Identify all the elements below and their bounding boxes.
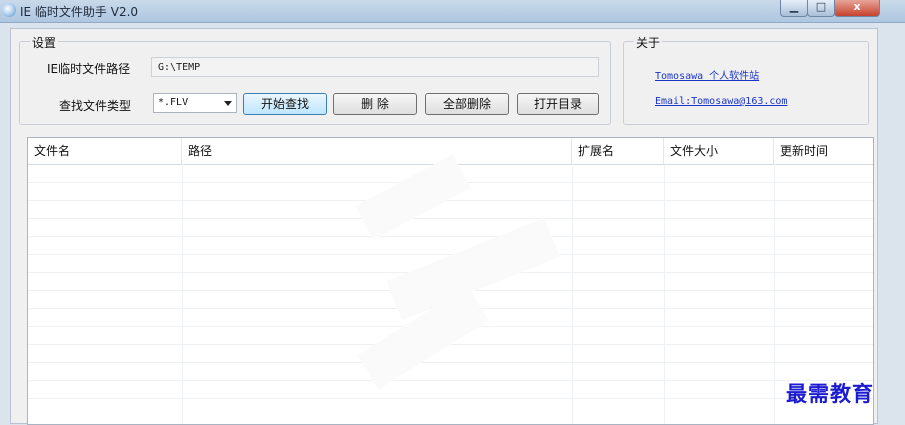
row-divider — [28, 362, 873, 363]
minimize-button[interactable]: ▁ — [780, 0, 808, 17]
row-divider — [28, 200, 873, 201]
delete-all-button[interactable]: 全部删除 — [425, 93, 509, 115]
row-divider — [28, 398, 873, 399]
maximize-button[interactable]: □ — [807, 0, 835, 17]
window-title: IE 临时文件助手 V2.0 — [20, 5, 139, 19]
column-header-extension[interactable]: 扩展名 — [572, 138, 664, 164]
temp-path-label: IE临时文件路径 — [47, 62, 131, 76]
main-window: 设置 IE临时文件路径 G:\TEMP 查找文件类型 *.FLV 开始查找 删 … — [10, 28, 878, 425]
temp-path-field[interactable]: G:\TEMP — [151, 57, 599, 77]
column-header-update-time[interactable]: 更新时间 — [774, 138, 873, 164]
row-divider — [28, 236, 873, 237]
column-divider — [664, 164, 665, 424]
title-bar[interactable]: IE 临时文件助手 V2.0 ▁ □ x — [0, 0, 905, 23]
watermark-text: 最需教育 — [786, 381, 874, 406]
delete-button[interactable]: 删 除 — [333, 93, 417, 115]
column-divider — [182, 164, 183, 424]
chevron-down-icon — [224, 101, 232, 106]
column-header-filename[interactable]: 文件名 — [28, 138, 182, 164]
file-type-select[interactable]: *.FLV — [153, 93, 237, 113]
file-type-label: 查找文件类型 — [59, 99, 132, 113]
erased-mark — [355, 154, 471, 240]
row-divider — [28, 380, 873, 381]
column-divider — [774, 164, 775, 424]
column-header-filesize[interactable]: 文件大小 — [664, 138, 774, 164]
settings-group-title: 设置 — [30, 34, 59, 51]
about-group-title: 关于 — [634, 34, 663, 51]
website-link[interactable]: Tomosawa 个人软件站 — [655, 67, 759, 82]
about-group: 关于 — [623, 34, 869, 125]
file-type-value: *.FLV — [158, 97, 189, 108]
column-header-path[interactable]: 路径 — [182, 138, 572, 164]
row-divider — [28, 218, 873, 219]
close-button[interactable]: x — [834, 0, 880, 17]
app-icon — [2, 3, 16, 17]
file-list[interactable]: 文件名 路径 扩展名 文件大小 更新时间 — [27, 137, 874, 425]
start-search-button[interactable]: 开始查找 — [243, 93, 327, 115]
email-link[interactable]: Email:Tomosawa@163.com — [655, 96, 787, 107]
open-directory-button[interactable]: 打开目录 — [517, 93, 599, 115]
column-divider — [572, 164, 573, 424]
